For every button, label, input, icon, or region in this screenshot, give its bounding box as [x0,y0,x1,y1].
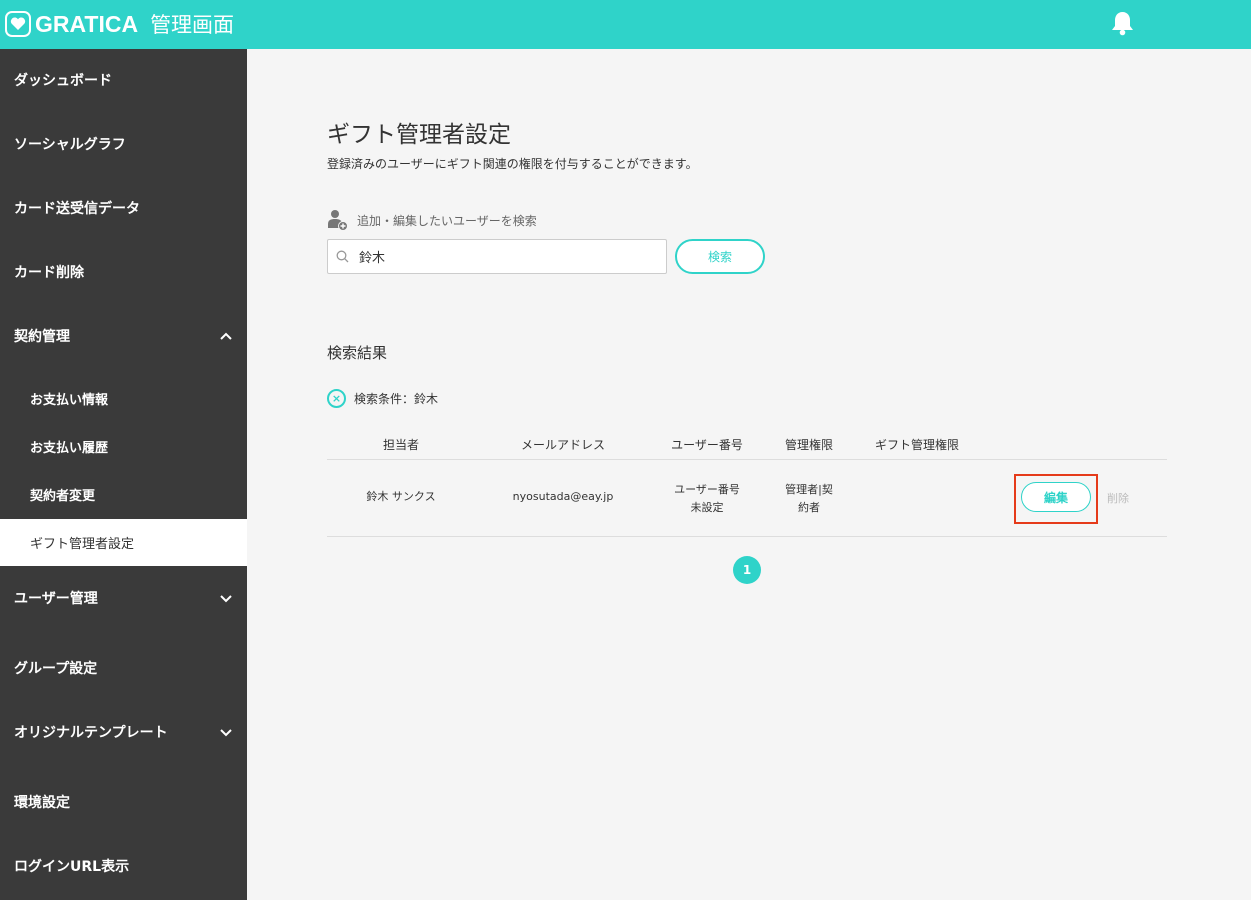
sidebar-item-label: オリジナルテンプレート [14,725,168,741]
search-condition: × 検索条件：鈴木 [327,389,438,408]
column-header-person: 担当者 [382,438,419,452]
search-icon [336,250,349,263]
logo-text: GRATICA [35,10,139,37]
page-description: 登録済みのユーザーにギフト関連の権限を付与することができます。 [327,157,698,171]
cell-admin-line1: 管理者|契 [785,483,833,496]
header-subtitle: 管理画面 [150,13,235,37]
edit-button[interactable]: 編集 [1021,482,1091,512]
delete-link[interactable]: 削除 [1107,490,1129,506]
main-content: ギフト管理者設定 登録済みのユーザーにギフト関連の権限を付与することができます。… [247,49,1251,900]
sidebar-item-dashboard[interactable]: ダッシュボード [0,60,247,100]
table-divider [327,536,1167,537]
search-label: 追加・編集したいユーザーを検索 [327,209,537,231]
sidebar-item-environment[interactable]: 環境設定 [0,782,247,822]
column-header-gift-admin: ギフト管理権限 [874,438,959,452]
sidebar-item-label: ソーシャルグラフ [14,137,126,153]
sidebar-item-card-delete[interactable]: カード削除 [0,252,247,292]
sidebar-item-label: グループ設定 [14,661,98,677]
pagination-page-1[interactable]: 1 [733,556,761,584]
search-field[interactable] [327,239,667,274]
sidebar-item-label: 契約管理 [14,329,70,345]
sidebar-item-label: 環境設定 [14,795,70,811]
heart-logo-icon [5,11,31,37]
table-row: 鈴木 サンクス nyosutada@eay.jp ユーザー番号 未設定 管理者|… [247,460,1251,536]
sidebar-item-user-management[interactable]: ユーザー管理 [0,578,247,618]
sidebar-item-contract[interactable]: 契約管理 [0,316,247,356]
cell-admin-line2: 約者 [798,501,820,514]
notification-bell-icon[interactable] [1110,10,1135,36]
chevron-down-icon [220,729,232,737]
sidebar-item-social-graph[interactable]: ソーシャルグラフ [0,124,247,164]
sidebar-item-label: ログインURL表示 [14,859,130,875]
chevron-down-icon [220,595,232,603]
cell-user-number-line2: 未設定 [690,501,724,514]
sidebar-item-label: ユーザー管理 [14,591,98,607]
cell-user-number: ユーザー番号 未設定 [657,481,757,517]
column-header-admin: 管理権限 [784,438,833,452]
sidebar-item-label: お支払い履歴 [30,440,109,456]
sidebar-item-contractor-change[interactable]: 契約者変更 [0,474,247,514]
sidebar-item-login-url[interactable]: ログインURL表示 [0,846,247,886]
column-header-email: メールアドレス [520,438,605,452]
search-condition-text: 検索条件：鈴木 [354,392,439,406]
search-button[interactable]: 検索 [675,239,765,274]
cell-user-number-line1: ユーザー番号 [674,483,740,496]
sidebar-item-template[interactable]: オリジナルテンプレート [0,712,247,752]
sidebar-item-gift-admin[interactable]: ギフト管理者設定 [0,519,247,566]
sidebar-item-label: ギフト管理者設定 [30,537,135,552]
sidebar: ダッシュボード ソーシャルグラフ カード送受信データ カード削除 契約管理 お支… [0,49,247,900]
cell-admin: 管理者|契 約者 [769,481,849,517]
add-user-icon [328,210,348,231]
top-bar: GRATICA 管理画面 [0,0,1251,49]
clear-condition-icon[interactable]: × [327,389,346,408]
search-label-text: 追加・編集したいユーザーを検索 [357,213,537,228]
sidebar-item-label: カード送受信データ [14,201,140,217]
cell-email: nyosutada@eay.jp [512,490,614,503]
cell-name: 鈴木 サンクス [366,490,436,503]
sidebar-item-label: 契約者変更 [30,488,96,504]
sidebar-item-label: カード削除 [14,265,84,281]
sidebar-item-label: ダッシュボード [14,73,112,89]
chevron-up-icon [220,332,232,340]
column-header-user-number: ユーザー番号 [671,438,743,452]
sidebar-item-card-data[interactable]: カード送受信データ [0,188,247,228]
sidebar-item-payment-history[interactable]: お支払い履歴 [0,426,247,466]
results-title: 検索結果 [327,344,388,362]
sidebar-item-payment-info[interactable]: お支払い情報 [0,378,247,418]
search-input[interactable] [359,249,649,264]
sidebar-item-group[interactable]: グループ設定 [0,648,247,688]
sidebar-item-label: お支払い情報 [30,392,109,408]
logo[interactable]: GRATICA 管理画面 [5,9,234,39]
page-title: ギフト管理者設定 [327,122,511,148]
